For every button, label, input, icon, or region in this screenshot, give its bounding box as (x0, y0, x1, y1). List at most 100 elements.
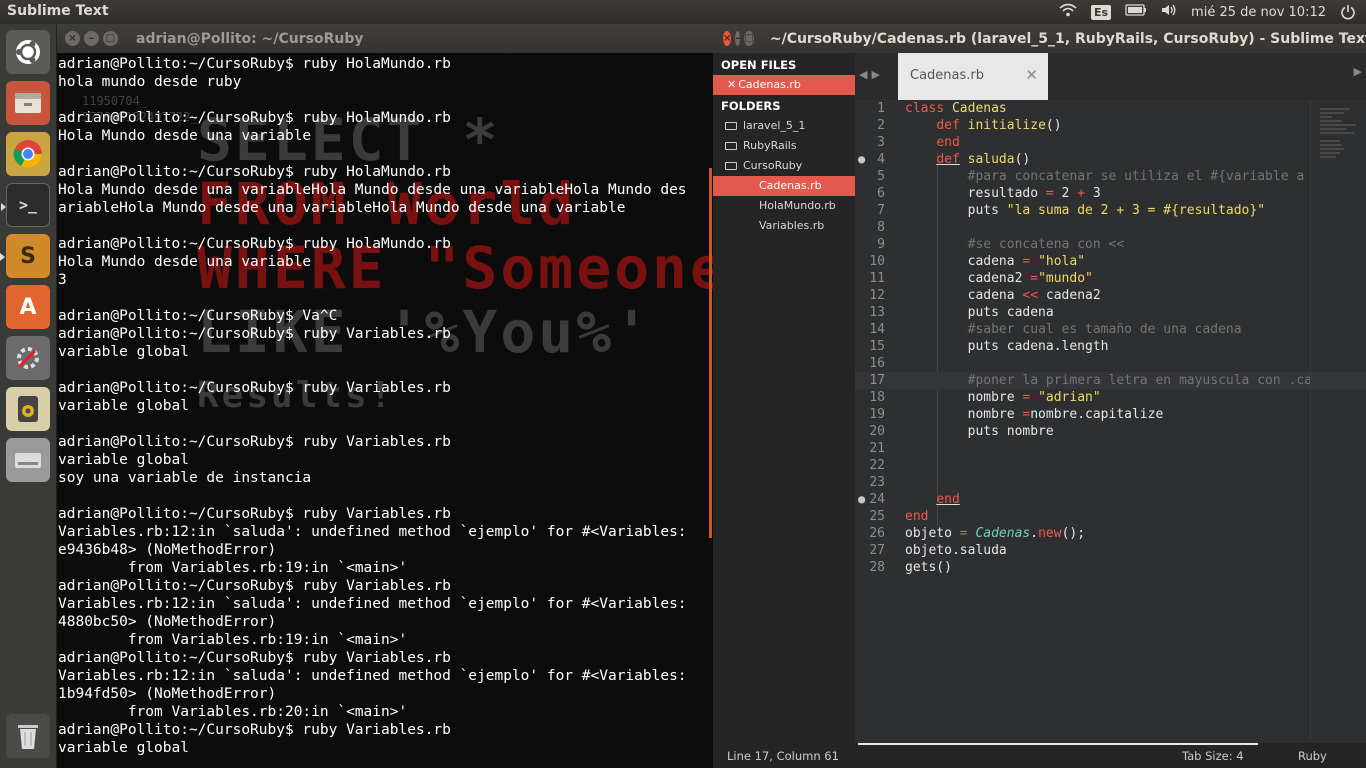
code-line[interactable]: 9 #se concatena con << (855, 236, 1366, 253)
audio-player-icon[interactable] (6, 387, 50, 431)
code-line[interactable]: ● 24 end (855, 491, 1366, 508)
sidebar: OPEN FILES ✕ Cadenas.rb FOLDERS laravel_5… (713, 53, 855, 748)
code-line[interactable]: 28 gets() (855, 559, 1366, 576)
power-icon[interactable] (1340, 4, 1356, 24)
line-number: 3 (877, 135, 885, 150)
line-number: 14 (869, 322, 885, 337)
code-line[interactable]: 7 puts "la suma de 2 + 3 = #{resultado}" (855, 202, 1366, 219)
code-text: #saber cual es tamaño de una cadena (967, 322, 1242, 337)
code-line[interactable]: 21 (855, 440, 1366, 457)
code-text: puts cadena (905, 305, 1054, 320)
sidebar-folder-laravel[interactable]: laravel_5_1 (713, 116, 855, 136)
system-settings-icon[interactable] (6, 336, 50, 380)
sublime-titlebar[interactable]: × – □ ~/CursoRuby/Cadenas.rb (laravel_5_… (713, 24, 1366, 53)
terminal-line: ariableHola Mundo desde una variableHola… (58, 200, 626, 216)
code-editor[interactable]: 1 class Cadenas 2 def initialize() 3 end ● 4 … (855, 100, 1366, 740)
code-line[interactable]: 14 #saber cual es tamaño de una cadena (855, 321, 1366, 338)
syntax-selector[interactable]: Ruby (1298, 749, 1327, 763)
tab-nav-arrows-icon[interactable]: ◀▶ (859, 68, 884, 81)
folders-header: FOLDERS (721, 99, 781, 113)
open-file-item[interactable]: ✕ Cadenas.rb (713, 75, 855, 95)
code-line[interactable]: 22 (855, 457, 1366, 474)
terminal-output[interactable]: adrian@Pollito:~/CursoRuby$ ruby HolaMun… (57, 53, 713, 757)
line-number: 17 (869, 373, 885, 388)
ubuntu-dash-icon[interactable] (6, 30, 50, 74)
clock[interactable]: mié 25 de nov 10:12 (1191, 5, 1326, 20)
code-text: puts cadena.length (905, 339, 1109, 354)
code-line[interactable]: 27 objeto.saluda (855, 542, 1366, 559)
trash-icon[interactable] (6, 714, 50, 758)
keyboard-layout-indicator[interactable]: Es (1090, 4, 1112, 20)
close-icon[interactable]: ✕ (1025, 66, 1038, 84)
terminal-line: 4880bc50> (NoMethodError) (58, 614, 277, 630)
sidebar-file-cadenas[interactable]: Cadenas.rb (713, 176, 855, 196)
close-icon[interactable]: ✕ (727, 78, 736, 91)
code-text: puts "la suma de 2 + 3 = #{resultado}" (905, 203, 1266, 218)
terminal-titlebar[interactable]: × – □ adrian@Pollito: ~/CursoRuby (57, 24, 713, 53)
code-line[interactable]: 19 nombre =nombre.capitalize (855, 406, 1366, 423)
tab-scroll-right-icon[interactable]: ▶ (1354, 65, 1362, 78)
sidebar-file-holamundo[interactable]: HolaMundo.rb (713, 196, 855, 216)
code-text: end (936, 135, 960, 150)
code-text: objeto = Cadenas.new(); (905, 526, 1086, 541)
cursor-position: Line 17, Column 61 (727, 749, 839, 763)
line-number: 27 (869, 543, 885, 558)
files-icon[interactable] (6, 81, 50, 125)
sidebar-folder-rubyrails[interactable]: RubyRails (713, 136, 855, 156)
code-line[interactable]: 26 objeto = Cadenas.new(); (855, 525, 1366, 542)
chrome-icon[interactable] (6, 132, 50, 176)
terminal-scrollbar[interactable] (709, 168, 712, 538)
code-line[interactable]: ● 4 def saluda() (855, 151, 1366, 168)
terminal-line: adrian@Pollito:~/CursoRuby$ ruby Variabl… (58, 434, 451, 450)
code-line[interactable]: 17 #poner la primera letra en mayuscula … (855, 372, 1366, 389)
close-icon[interactable]: × (65, 31, 80, 46)
line-number: 12 (869, 288, 885, 303)
maximize-icon[interactable]: □ (744, 31, 754, 46)
code-line[interactable]: 10 cadena = "hola" (855, 253, 1366, 270)
code-line[interactable]: 1 class Cadenas (855, 100, 1366, 117)
line-number: 16 (869, 356, 885, 371)
code-line[interactable]: 13 puts cadena (855, 304, 1366, 321)
close-icon[interactable]: × (723, 31, 732, 46)
folder-open-icon (725, 162, 737, 170)
volume-icon[interactable] (1161, 3, 1177, 21)
code-line[interactable]: 15 puts cadena.length (855, 338, 1366, 355)
code-line[interactable]: 3 end (855, 134, 1366, 151)
minimap[interactable] (1320, 108, 1360, 198)
code-line[interactable]: 20 puts nombre (855, 423, 1366, 440)
software-center-icon[interactable]: A (6, 285, 50, 329)
folder-icon (725, 122, 737, 130)
battery-icon[interactable] (1125, 4, 1147, 20)
code-line[interactable]: 11 cadena2 ="mundo" (855, 270, 1366, 287)
code-line[interactable]: 2 def initialize() (855, 117, 1366, 134)
line-number: 22 (869, 458, 885, 473)
code-line[interactable]: 25 end (855, 508, 1366, 525)
sidebar-file-variables[interactable]: Variables.rb (713, 216, 855, 236)
minimize-icon[interactable]: – (735, 31, 741, 46)
minimize-icon[interactable]: – (84, 31, 99, 46)
launcher: >_ S A (0, 24, 57, 768)
terminal-line: Hola Mundo desde una variable (58, 128, 312, 144)
code-line[interactable]: 6 resultado = 2 + 3 (855, 185, 1366, 202)
disk-utility-icon[interactable] (6, 438, 50, 482)
maximize-icon[interactable]: □ (103, 31, 118, 46)
wifi-icon[interactable] (1059, 3, 1077, 21)
code-line[interactable]: 18 nombre = "adrian" (855, 389, 1366, 406)
code-line[interactable]: 8 (855, 219, 1366, 236)
code-line[interactable]: 16 (855, 355, 1366, 372)
code-line[interactable]: 5 #para concatenar se utiliza el #{varia… (855, 168, 1366, 185)
tab-size-selector[interactable]: Tab Size: 4 (1182, 749, 1244, 763)
code-line[interactable]: 12 cadena << cadena2 (855, 287, 1366, 304)
sublime-text-icon[interactable]: S (0, 234, 50, 278)
line-number: 2 (877, 118, 885, 133)
tab-cadenas[interactable]: Cadenas.rb ✕ (898, 53, 1048, 100)
line-number: 5 (877, 169, 885, 184)
editor-scrollbar[interactable] (1310, 100, 1311, 740)
code-line[interactable]: 23 (855, 474, 1366, 491)
line-number: 8 (877, 220, 885, 235)
sidebar-folder-cursoruby[interactable]: CursoRuby (713, 156, 855, 176)
terminal-icon[interactable]: >_ (1, 183, 50, 227)
sublime-window: × – □ ~/CursoRuby/Cadenas.rb (laravel_5_… (713, 24, 1366, 768)
